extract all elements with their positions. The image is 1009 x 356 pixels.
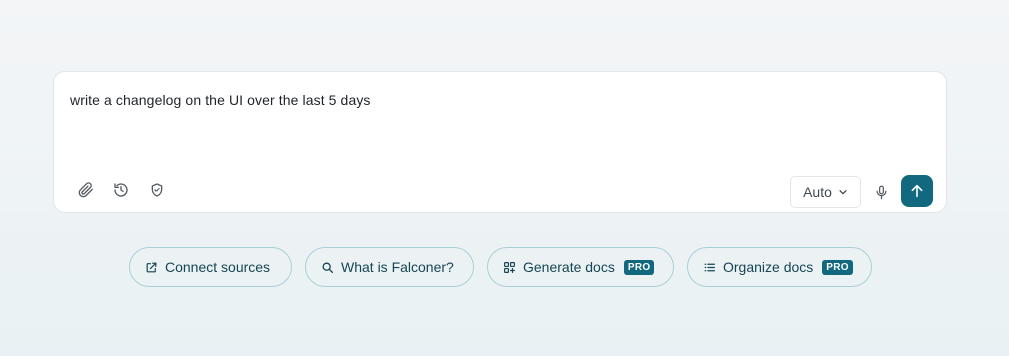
suggestion-connect-sources[interactable]: Connect sources <box>129 247 292 287</box>
suggestion-label: Connect sources <box>165 259 271 275</box>
list-icon <box>703 261 716 274</box>
suggestion-label: Generate docs <box>523 259 615 275</box>
grid-plus-icon <box>503 261 516 274</box>
send-button[interactable] <box>901 175 933 207</box>
history-icon <box>113 182 129 203</box>
arrow-up-icon <box>909 183 925 199</box>
pro-badge: PRO <box>623 259 655 275</box>
suggestion-label: Organize docs <box>723 259 814 275</box>
shield-button[interactable] <box>145 180 169 204</box>
suggestion-label: What is Falconer? <box>341 259 454 275</box>
suggestion-what-is-falconer[interactable]: What is Falconer? <box>305 247 474 287</box>
microphone-icon <box>874 185 889 200</box>
suggestion-organize-docs[interactable]: Organize docs PRO <box>687 247 872 287</box>
suggestion-generate-docs[interactable]: Generate docs PRO <box>487 247 674 287</box>
prompt-input[interactable]: write a changelog on the UI over the las… <box>70 92 371 108</box>
mode-select-value: Auto <box>803 184 832 200</box>
external-link-icon <box>145 261 158 274</box>
mode-select[interactable]: Auto <box>790 176 861 208</box>
chevron-down-icon <box>838 187 848 197</box>
pro-badge: PRO <box>822 259 853 275</box>
attach-button[interactable] <box>74 180 98 204</box>
search-icon <box>321 261 334 274</box>
history-button[interactable] <box>109 180 133 204</box>
microphone-button[interactable] <box>869 180 893 204</box>
paperclip-icon <box>78 181 94 203</box>
shield-icon <box>149 182 165 203</box>
chat-composer[interactable]: write a changelog on the UI over the las… <box>53 71 947 213</box>
